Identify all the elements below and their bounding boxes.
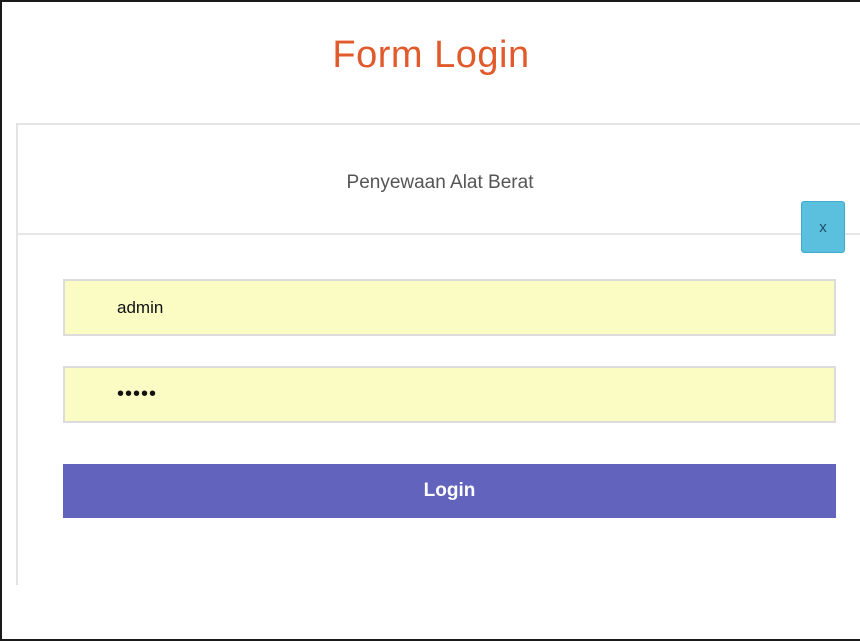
page-title: Form Login — [332, 34, 530, 76]
login-panel: Penyewaan Alat Berat x Login — [16, 123, 860, 585]
username-input[interactable] — [63, 279, 836, 336]
password-input[interactable] — [63, 366, 836, 423]
panel-subtitle: Penyewaan Alat Berat — [346, 172, 534, 193]
login-window: Form Login Penyewaan Alat Berat x Login — [0, 0, 860, 641]
login-button[interactable]: Login — [63, 464, 836, 518]
close-button[interactable]: x — [801, 201, 845, 253]
close-button-label: x — [819, 218, 827, 236]
panel-header: Penyewaan Alat Berat — [18, 125, 860, 235]
